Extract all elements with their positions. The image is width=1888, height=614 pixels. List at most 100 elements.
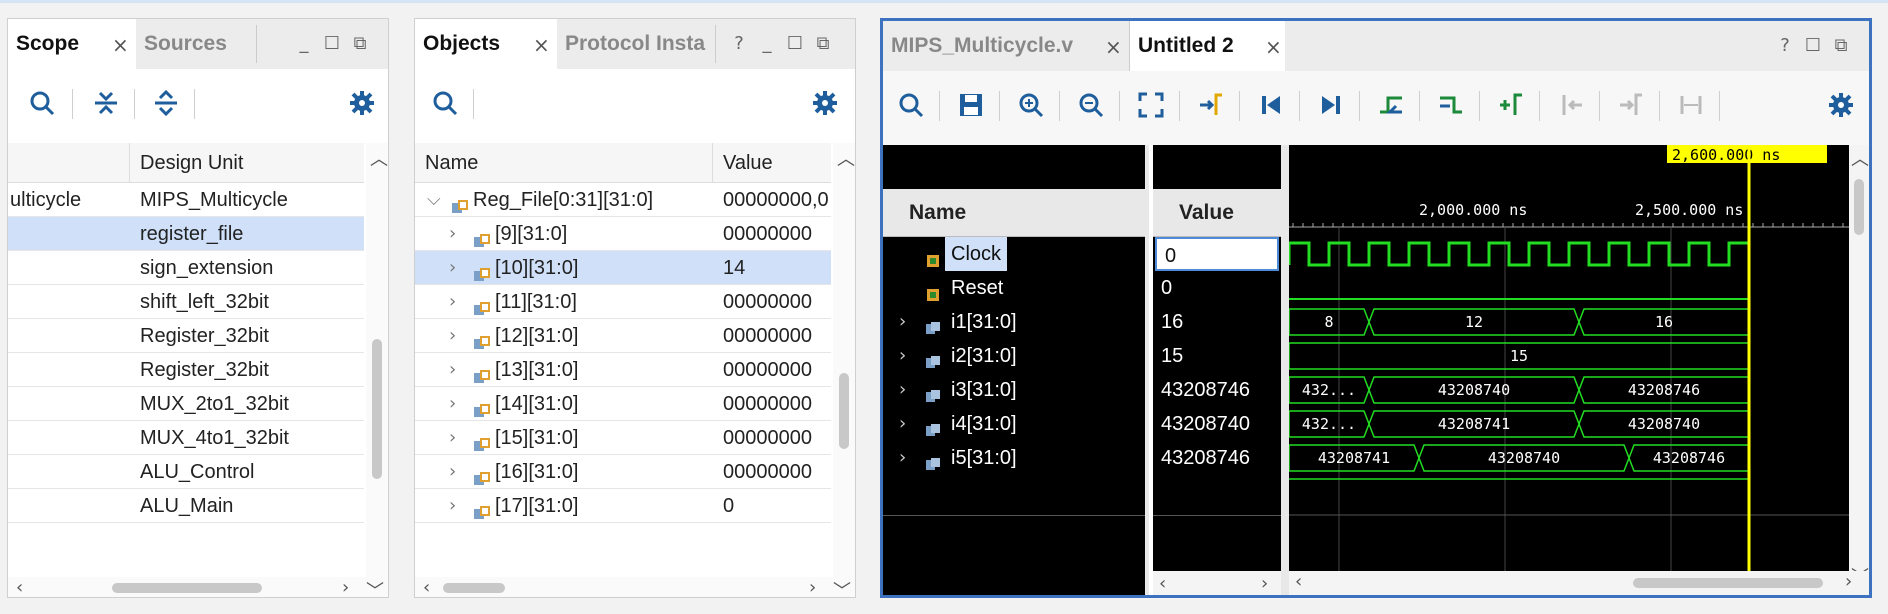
signal-row[interactable]: › i2[31:0] (883, 339, 1145, 373)
chevron-right-icon[interactable]: › (449, 387, 456, 421)
chevron-right-icon[interactable]: › (899, 407, 906, 441)
tab-sources[interactable]: Sources (136, 19, 256, 69)
table-row[interactable]: › [15][31:0] 00000000 (415, 421, 831, 455)
go-to-start-button[interactable] (1253, 87, 1289, 123)
column-header-instance[interactable] (8, 143, 130, 183)
horizontal-scrollbar[interactable]: ‹ › ﹀ (415, 577, 855, 597)
close-icon[interactable]: × (1105, 35, 1122, 59)
signal-row[interactable]: › i5[31:0] (883, 441, 1145, 475)
chevron-right-icon[interactable]: › (449, 489, 456, 523)
signal-value[interactable]: 16 (1153, 305, 1277, 339)
tab-mips-multicycle[interactable]: MIPS_Multicycle.v (883, 21, 1127, 71)
next-transition-button[interactable] (1433, 87, 1469, 123)
table-row[interactable]: register_file (8, 217, 364, 251)
add-marker-button[interactable] (1493, 87, 1529, 123)
search-button[interactable] (24, 85, 60, 121)
table-row[interactable]: › [10][31:0] 14 (415, 251, 831, 285)
column-header-name[interactable]: Name (415, 143, 713, 183)
previous-marker-button[interactable] (1553, 87, 1589, 123)
table-row[interactable]: ALU_Control (8, 455, 364, 489)
chevron-right-icon[interactable]: › (899, 339, 906, 373)
waveform-canvas[interactable]: 2,000.000 ns 2,500.000 ns 2,600.000 ns 8 12 1… (1287, 145, 1849, 589)
float-icon[interactable]: ⧉ (1827, 35, 1855, 56)
help-icon[interactable]: ? (725, 33, 753, 54)
tab-protocol-instances[interactable]: Protocol Insta (557, 19, 727, 69)
column-header-design-unit[interactable]: Design Unit (130, 143, 364, 183)
maximize-icon[interactable]: ☐ (318, 33, 346, 54)
settings-button[interactable] (1823, 87, 1859, 123)
minimize-icon[interactable]: _ (290, 33, 318, 54)
chevron-right-icon[interactable]: › (899, 373, 906, 407)
scrollbar-thumb[interactable] (372, 339, 382, 479)
table-row[interactable]: › [13][31:0] 00000000 (415, 353, 831, 387)
table-row[interactable]: sign_extension (8, 251, 364, 285)
horizontal-scrollbar[interactable]: ‹ › ﹀ (8, 577, 388, 597)
table-row[interactable]: Register_32bit (8, 319, 364, 353)
scrollbar-thumb[interactable] (112, 583, 262, 593)
column-header-value[interactable]: Value (713, 143, 831, 183)
zoom-fit-button[interactable] (1133, 87, 1169, 123)
signal-value[interactable]: 43208746 (1153, 373, 1277, 407)
table-row[interactable]: › [17][31:0] 0 (415, 489, 831, 523)
chevron-right-icon[interactable]: › (449, 455, 456, 489)
chevron-down-icon[interactable]: ⌵ (427, 183, 441, 217)
maximize-icon[interactable]: ☐ (1799, 35, 1827, 56)
signal-row[interactable]: › i3[31:0] (883, 373, 1145, 407)
next-marker-button[interactable] (1613, 87, 1649, 123)
chevron-right-icon[interactable]: › (449, 421, 456, 455)
signal-value[interactable]: 15 (1153, 339, 1277, 373)
table-row[interactable]: shift_left_32bit (8, 285, 364, 319)
previous-transition-button[interactable] (1373, 87, 1409, 123)
vertical-scrollbar[interactable]: ︿ ﹀ (1849, 145, 1869, 589)
vertical-scrollbar[interactable]: ︿ (833, 143, 855, 579)
table-row[interactable]: Register_32bit (8, 353, 364, 387)
tab-untitled-2[interactable]: Untitled 2 (1129, 21, 1285, 71)
close-icon[interactable]: × (1265, 35, 1282, 59)
table-row[interactable]: › [14][31:0] 00000000 (415, 387, 831, 421)
table-row[interactable]: › [11][31:0] 00000000 (415, 285, 831, 319)
table-row[interactable]: ⌵ Reg_File[0:31][31:0] 00000000,0 (415, 183, 831, 217)
horizontal-scrollbar[interactable]: ‹ › (1153, 571, 1281, 595)
scrollbar-thumb[interactable] (1633, 578, 1823, 588)
table-row[interactable]: › [9][31:0] 00000000 (415, 217, 831, 251)
table-row[interactable]: › [16][31:0] 00000000 (415, 455, 831, 489)
search-button[interactable] (893, 87, 929, 123)
expand-all-button[interactable] (148, 85, 184, 121)
signal-row[interactable]: Reset (883, 271, 1145, 305)
scrollbar-thumb[interactable] (1854, 179, 1864, 235)
go-to-end-button[interactable] (1313, 87, 1349, 123)
signal-row[interactable]: › i4[31:0] (883, 407, 1145, 441)
table-row[interactable]: ALU_Main (8, 489, 364, 523)
scrollbar-thumb[interactable] (443, 583, 505, 593)
table-row[interactable]: MUX_4to1_32bit (8, 421, 364, 455)
table-row[interactable]: ulticycle MIPS_Multicycle (8, 183, 364, 217)
wave-value-header[interactable]: Value (1153, 189, 1281, 237)
search-button[interactable] (427, 85, 463, 121)
signal-row[interactable]: Clock (883, 237, 1145, 271)
chevron-right-icon[interactable]: › (449, 285, 456, 319)
vertical-scrollbar[interactable]: ︿ (366, 143, 388, 579)
settings-button[interactable] (344, 85, 380, 121)
minimize-icon[interactable]: _ (753, 33, 781, 54)
float-icon[interactable]: ⧉ (809, 33, 837, 54)
chevron-right-icon[interactable]: › (449, 217, 456, 251)
save-button[interactable] (953, 87, 989, 123)
zoom-in-button[interactable] (1013, 87, 1049, 123)
chevron-right-icon[interactable]: › (899, 441, 906, 475)
help-icon[interactable]: ? (1771, 35, 1799, 56)
settings-button[interactable] (807, 85, 843, 121)
float-icon[interactable]: ⧉ (346, 33, 374, 54)
signal-value[interactable]: 0 (1155, 237, 1279, 271)
collapse-all-button[interactable] (88, 85, 124, 121)
chevron-right-icon[interactable]: › (449, 251, 456, 285)
table-row[interactable]: › [12][31:0] 00000000 (415, 319, 831, 353)
signal-value[interactable]: 43208740 (1153, 407, 1277, 441)
close-icon[interactable]: × (533, 33, 550, 57)
swap-cursors-button[interactable] (1673, 87, 1709, 123)
chevron-right-icon[interactable]: › (449, 319, 456, 353)
maximize-icon[interactable]: ☐ (781, 33, 809, 54)
signal-value[interactable]: 0 (1153, 271, 1277, 305)
close-icon[interactable]: × (112, 33, 129, 57)
signal-value[interactable]: 43208746 (1153, 441, 1277, 475)
chevron-right-icon[interactable]: › (449, 353, 456, 387)
